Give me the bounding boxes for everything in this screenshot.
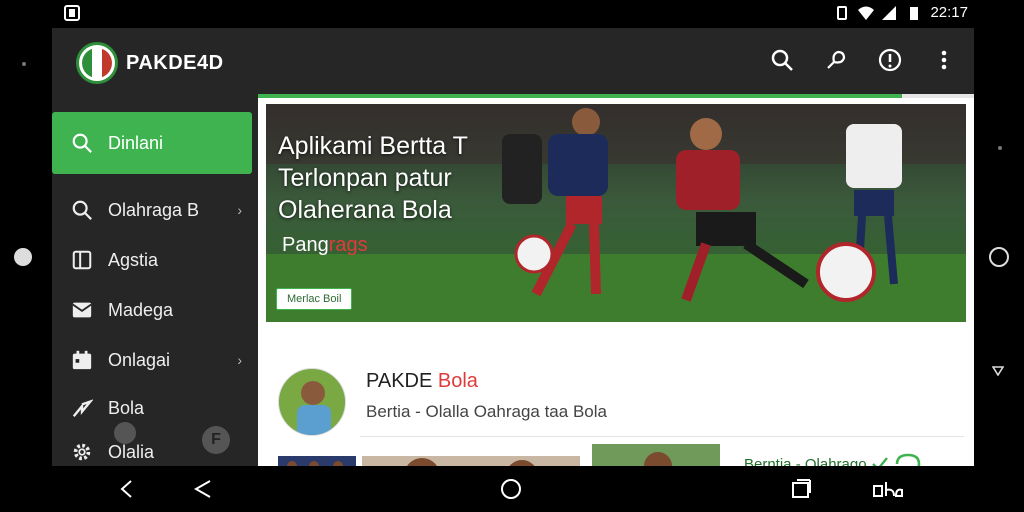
card-title-highlight: Bola: [437, 370, 478, 392]
news-thumbnail[interactable]: [278, 456, 356, 466]
app-header: PAKDE4D: [52, 28, 974, 98]
header-actions: [770, 48, 956, 72]
divider: [360, 436, 964, 437]
sidebar-item-label: Onlagai: [108, 349, 171, 370]
back-triangle-icon[interactable]: [192, 478, 214, 500]
arrow-icon: [70, 396, 94, 420]
loading-progress: [258, 94, 974, 98]
news-thumbnail[interactable]: [592, 444, 720, 466]
mic-icon[interactable]: [824, 48, 848, 72]
sidebar-item-label: Dinlani: [108, 132, 164, 153]
hero-title-line: Terlonpan patur: [278, 164, 452, 192]
sidebar-item-label: Agstia: [108, 249, 159, 270]
calendar-icon: [70, 348, 94, 372]
hero-title: Aplikami Bertta T Terlonpan patur Olaher…: [278, 130, 508, 226]
sidebar: Dinlani Olahraga B › Agstia Madega Onlag…: [52, 98, 258, 466]
f-fab[interactable]: F: [202, 426, 230, 454]
sidebar-item-dinlani[interactable]: Dinlani: [52, 112, 252, 174]
more-vert-icon[interactable]: [932, 48, 956, 72]
hero-title-line: Aplikami Bertta T: [278, 132, 468, 160]
notification-icon: [64, 5, 80, 21]
hero-title-line: Olaherana Bola: [278, 196, 452, 224]
gear-icon: [70, 440, 94, 464]
left-chrome: [0, 28, 52, 466]
location-icon[interactable]: [992, 366, 1004, 376]
signal-icon: [882, 5, 897, 20]
status-bar: 22:17: [0, 0, 1024, 28]
info-icon[interactable]: [878, 48, 902, 72]
news-link-label: Berntia - Olahrago: [744, 455, 867, 467]
search-icon[interactable]: [770, 48, 794, 72]
check-icon: [871, 457, 888, 466]
news-link[interactable]: Berntia - Olahrago: [744, 452, 923, 466]
hero-subtitle-highlight: rags: [328, 234, 368, 256]
book-icon: [70, 248, 94, 272]
user-fab[interactable]: [114, 422, 136, 444]
news-thumbnail[interactable]: [362, 456, 580, 466]
sidebar-item-label: Madega: [108, 299, 174, 320]
hero-subtitle-prefix: Pang: [282, 234, 329, 256]
accessibility-icon[interactable]: [872, 478, 904, 500]
wifi-icon: [858, 6, 875, 20]
back-arrow-icon[interactable]: [116, 478, 138, 500]
chevron-right-icon: ›: [237, 202, 242, 218]
status-right: 22:17: [834, 4, 968, 21]
right-chrome: [972, 28, 1024, 466]
hero-banner[interactable]: Aplikami Bertta T Terlonpan patur Olaher…: [266, 104, 966, 322]
side-dot: [998, 146, 1002, 150]
mail-icon: [70, 298, 94, 322]
circle-icon[interactable]: [989, 247, 1009, 267]
app-title: PAKDE4D: [126, 52, 224, 74]
side-dot: [22, 62, 26, 66]
sidebar-item-madega[interactable]: Madega: [52, 284, 252, 336]
search-icon: [70, 131, 94, 155]
app-window: PAKDE4D Dinlani Olahraga B › Agstia Made…: [52, 28, 974, 466]
sidebar-item-label: Olalia: [108, 441, 155, 462]
sidebar-item-label: Olahraga B: [108, 199, 200, 220]
chat-icon[interactable]: [893, 452, 923, 466]
chevron-right-icon: ›: [237, 352, 242, 368]
home-circle-icon[interactable]: [500, 478, 522, 500]
sidebar-item-label: Bola: [108, 397, 145, 418]
sidebar-item-onlagai[interactable]: Onlagai ›: [52, 334, 252, 386]
sidebar-item-agstia[interactable]: Agstia: [52, 234, 252, 286]
clock-text: 22:17: [930, 4, 968, 21]
hero-subtitle: Pangrags: [282, 234, 368, 257]
hero-cta-button[interactable]: Merlac Boil: [276, 288, 353, 310]
card-subtitle: Bertia - Olalla Oahraga taa Bola: [366, 402, 607, 421]
recents-square-icon[interactable]: [790, 478, 812, 500]
sidebar-item-olahraga[interactable]: Olahraga B ›: [52, 184, 252, 236]
main-content: Aplikami Bertta T Terlonpan patur Olaher…: [258, 94, 974, 466]
home-dot-icon[interactable]: [14, 248, 32, 266]
app-logo[interactable]: [76, 42, 118, 84]
battery-icon: [910, 6, 919, 20]
search-icon: [70, 198, 94, 222]
avatar[interactable]: [278, 368, 346, 436]
vibrate-icon: [837, 5, 848, 20]
card-title-prefix: PAKDE: [366, 370, 433, 392]
card-title: PAKDE Bola: [366, 370, 478, 393]
system-nav-bar: [0, 466, 1024, 512]
